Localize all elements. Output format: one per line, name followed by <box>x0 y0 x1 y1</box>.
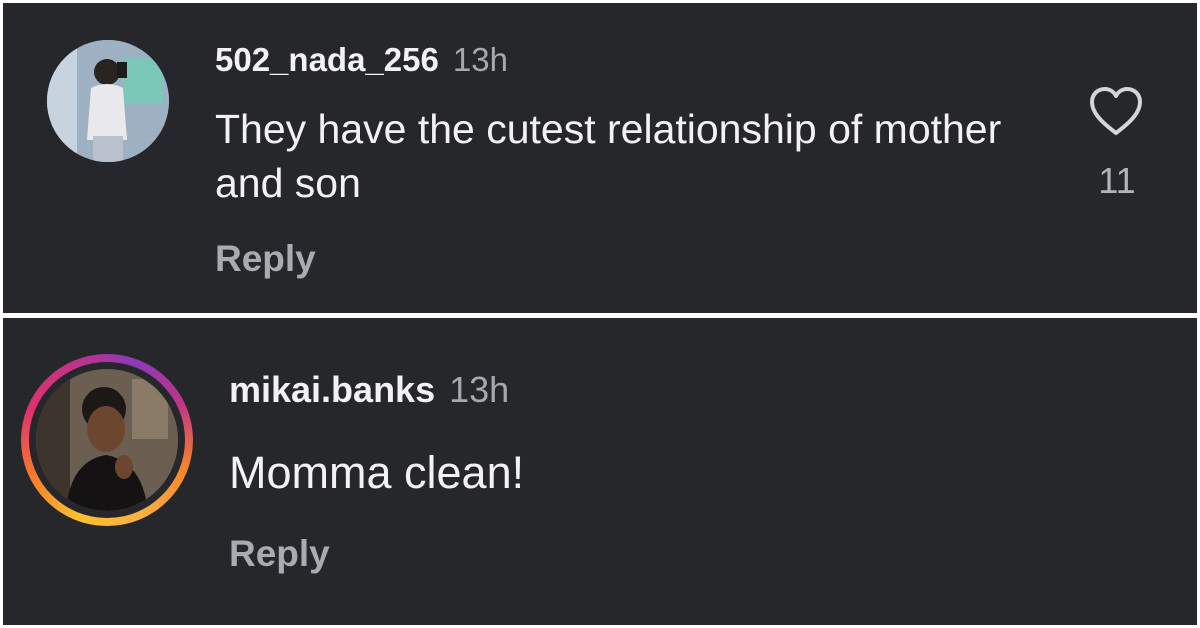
like-count: 11 <box>1098 160 1136 201</box>
reply-button[interactable]: Reply <box>215 238 316 280</box>
avatar-photo-icon <box>47 40 169 162</box>
heart-outline-icon[interactable] <box>1088 85 1144 137</box>
comment-timestamp: 13h <box>449 369 510 410</box>
reply-button[interactable]: Reply <box>229 533 330 575</box>
avatar[interactable] <box>47 40 169 162</box>
comment-text: They have the cutest relationship of mot… <box>215 106 1002 206</box>
username-text[interactable]: 502_nada_256 <box>215 41 439 78</box>
comment-card: 502_nada_256 13h They have the cutest rel… <box>3 3 1197 313</box>
comment-username[interactable]: mikai.banks 13h <box>229 369 509 411</box>
avatar-photo-icon <box>36 369 178 511</box>
comment-timestamp: 13h <box>452 41 508 78</box>
story-ring[interactable] <box>21 354 193 526</box>
comment-username[interactable]: 502_nada_256 13h <box>215 41 508 79</box>
comment-card: mikai.banks 13h Momma clean! Reply <box>3 318 1197 625</box>
story-ring-gap <box>29 362 185 518</box>
comment-text: Momma clean! <box>229 447 525 498</box>
avatar[interactable] <box>36 369 178 511</box>
username-text[interactable]: mikai.banks <box>229 369 435 410</box>
